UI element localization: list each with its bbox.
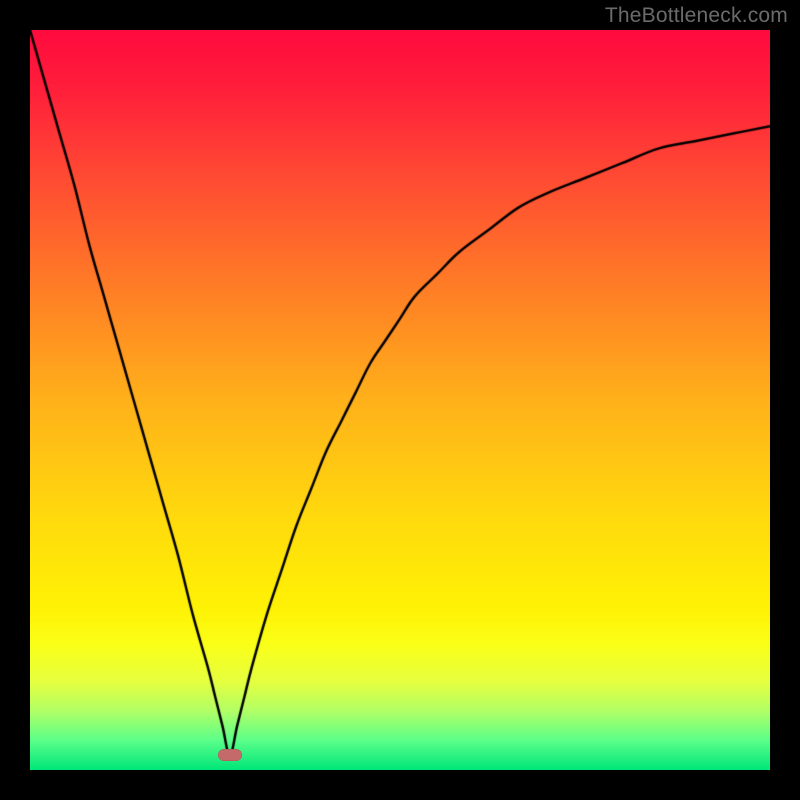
plot-area: [30, 30, 770, 770]
optimal-point-marker: [218, 749, 242, 761]
chart-frame: TheBottleneck.com: [0, 0, 800, 800]
curve-layer: [30, 30, 770, 770]
watermark-text: TheBottleneck.com: [605, 4, 788, 28]
